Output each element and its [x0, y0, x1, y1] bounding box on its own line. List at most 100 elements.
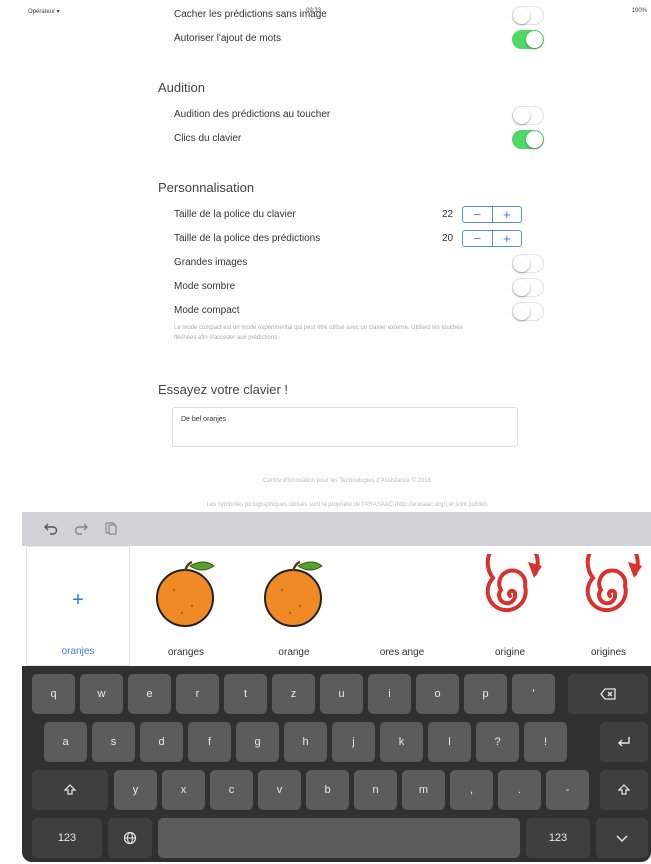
toggle-knob — [526, 31, 543, 48]
toggle-keyboard-clicks[interactable] — [512, 130, 544, 149]
try-keyboard-textarea[interactable]: De bel oranjes — [172, 407, 518, 447]
toggle-audition-on-touch[interactable] — [512, 106, 544, 125]
key-p[interactable]: p — [464, 674, 507, 714]
prediction-origine[interactable]: origine — [458, 546, 562, 666]
key-h[interactable]: h — [284, 722, 327, 762]
plus-icon: + — [72, 589, 84, 611]
setting-compact-mode: Mode compact — [174, 300, 544, 322]
setting-label: Taille de la police du clavier — [174, 209, 296, 220]
key-l[interactable]: l — [428, 722, 471, 762]
setting-audition-on-touch: Audition des prédictions au toucher — [174, 104, 544, 126]
setting-large-images: Grandes images — [174, 252, 544, 274]
prediction-bar: + oranjes oranges orange ores ange origi… — [22, 546, 651, 666]
setting-label: Audition des prédictions au toucher — [174, 109, 331, 120]
ipad-screen: Opérateur ⁠▾ 09:33 100% Cacher les prédi… — [22, 2, 651, 862]
prediction-add-word[interactable]: + oranjes — [26, 546, 130, 666]
key-z[interactable]: z — [272, 674, 315, 714]
key-symbol[interactable]: ! — [524, 722, 567, 762]
increment-button[interactable]: + — [491, 231, 522, 246]
key-o[interactable]: o — [416, 674, 459, 714]
spiral-icon — [585, 554, 642, 613]
key-q[interactable]: q — [32, 674, 75, 714]
key-y[interactable]: y — [114, 770, 157, 810]
toggle-allow-word-add[interactable] — [512, 30, 544, 49]
undo-icon[interactable] — [44, 521, 58, 538]
globe-key[interactable] — [108, 818, 152, 858]
space-bar[interactable] — [158, 818, 520, 858]
key-symbol[interactable]: ' — [512, 674, 555, 714]
orange-icon — [156, 560, 215, 627]
toggle-large-images[interactable] — [512, 254, 544, 273]
paste-icon[interactable] — [104, 521, 118, 538]
prediction-orange[interactable]: orange — [242, 546, 346, 666]
setting-keyboard-font-size: Taille de la police du clavier 22 − + — [174, 204, 534, 226]
prediction-label: ores ange — [379, 647, 425, 658]
keyboard: q w e r t z u i o p ' a s d f g h j k l?! yxcvbnm,.- 123 1… — [22, 666, 651, 862]
key-b[interactable]: b — [306, 770, 349, 810]
prediction-label: oranjes — [61, 646, 95, 657]
setting-label: Cacher les prédictions sans image — [174, 9, 327, 20]
toggle-hide-predictions[interactable] — [512, 6, 544, 25]
keyboard-font-size-stepper: − + — [462, 206, 522, 223]
decrement-button[interactable]: − — [463, 207, 492, 222]
toggle-knob — [526, 131, 543, 148]
toggle-knob — [513, 255, 530, 272]
keyboard-font-size-value: 22 — [442, 209, 454, 220]
setting-prediction-font-size: Taille de la police des prédictions 20 −… — [174, 228, 534, 250]
increment-button[interactable]: + — [491, 207, 522, 222]
prediction-label: orange — [278, 647, 310, 658]
dismiss-keyboard-key[interactable] — [596, 818, 648, 858]
setting-hide-predictions-without-image: Cacher les prédictions sans image — [174, 4, 544, 26]
key-n[interactable]: n — [354, 770, 397, 810]
key-w[interactable]: w — [80, 674, 123, 714]
key-s[interactable]: s — [92, 722, 135, 762]
return-key[interactable] — [600, 722, 648, 762]
key-v[interactable]: v — [258, 770, 301, 810]
key-g[interactable]: g — [236, 722, 279, 762]
key-k[interactable]: k — [380, 722, 423, 762]
shift-key-right[interactable] — [600, 770, 648, 810]
key-u[interactable]: u — [320, 674, 363, 714]
spiral-icon — [485, 554, 542, 613]
toggle-knob — [513, 107, 530, 124]
key-i[interactable]: i — [368, 674, 411, 714]
key-symbol[interactable]: . — [498, 770, 541, 810]
key-r[interactable]: r — [176, 674, 219, 714]
key-j[interactable]: j — [332, 722, 375, 762]
carrier-label: Opérateur ⁠▾ — [28, 9, 60, 15]
key-c[interactable]: c — [210, 770, 253, 810]
key-d[interactable]: d — [140, 722, 183, 762]
prediction-ores-ange[interactable]: ores ange — [350, 546, 454, 666]
toggle-compact-mode[interactable] — [512, 302, 544, 321]
backspace-key[interactable] — [568, 674, 648, 714]
setting-label: Mode sombre — [174, 281, 236, 292]
numbers-key-left[interactable]: 123 — [32, 818, 102, 858]
key-symbol[interactable]: - — [546, 770, 589, 810]
decrement-button[interactable]: − — [463, 231, 492, 246]
prediction-origines[interactable]: origines — [566, 546, 651, 666]
redo-icon[interactable] — [74, 521, 88, 538]
globe-icon — [123, 831, 137, 845]
setting-allow-word-add: Autoriser l'ajout de mots — [174, 28, 544, 50]
toggle-knob — [513, 279, 530, 296]
key-x[interactable]: x — [162, 770, 205, 810]
numbers-key-right[interactable]: 123 — [526, 818, 590, 858]
setting-label: Autoriser l'ajout de mots — [174, 33, 281, 44]
typed-text: De bel oranjes — [181, 416, 227, 423]
setting-dark-mode: Mode sombre — [174, 276, 544, 298]
key-m[interactable]: m — [402, 770, 445, 810]
key-e[interactable]: e — [128, 674, 171, 714]
section-title-personnalisation: Personnalisation — [158, 180, 255, 195]
key-f[interactable]: f — [188, 722, 231, 762]
setting-keyboard-clicks: Clics du clavier — [174, 128, 544, 150]
footer-credits: Les symboles pictographiques utilisés so… — [206, 502, 488, 508]
key-symbol[interactable]: ? — [476, 722, 519, 762]
key-t[interactable]: t — [224, 674, 267, 714]
key-symbol[interactable]: , — [450, 770, 493, 810]
setting-label: Taille de la police des prédictions — [174, 233, 321, 244]
toggle-dark-mode[interactable] — [512, 278, 544, 297]
toggle-knob — [513, 7, 530, 24]
shift-key-left[interactable] — [32, 770, 108, 810]
key-a[interactable]: a — [44, 722, 87, 762]
prediction-oranges[interactable]: oranges — [134, 546, 238, 666]
